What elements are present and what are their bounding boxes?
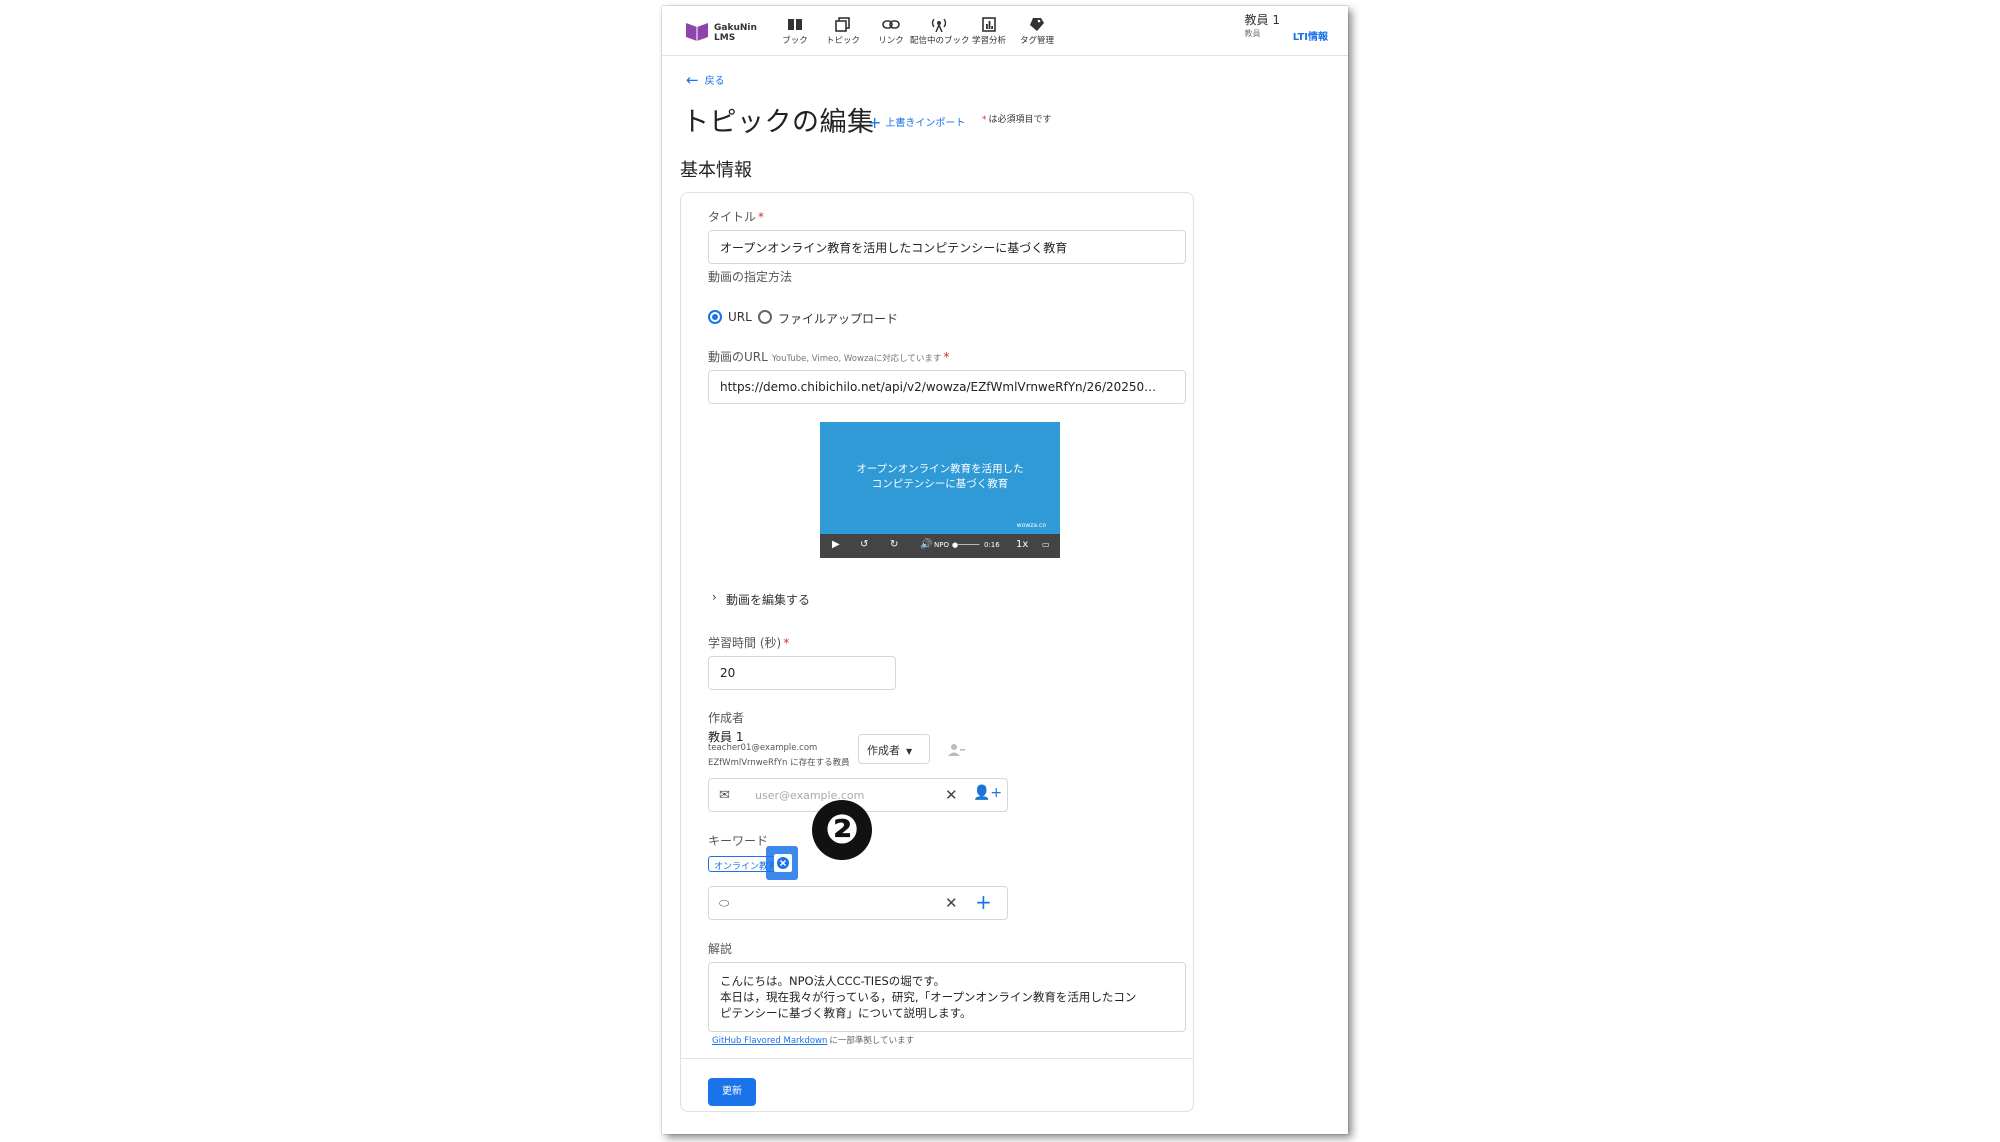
back-label: 戻る bbox=[704, 76, 725, 87]
markdown-note: GitHub Flavored Markdown に一部準拠しています bbox=[712, 1034, 914, 1046]
user-name: 教員 1 bbox=[1244, 13, 1280, 27]
section-title: 基本情報 bbox=[680, 160, 752, 181]
radio-url-label: URL bbox=[728, 310, 752, 324]
keyword-label: キーワード bbox=[708, 834, 769, 848]
description-line: こんにちは。NPO法人CCC-TIESの堀です。 bbox=[720, 974, 946, 988]
book-icon bbox=[788, 19, 802, 30]
title-label: タイトル * bbox=[708, 210, 765, 224]
chevron-right-icon[interactable]: › bbox=[712, 590, 717, 604]
required-note-text: は必須項目です bbox=[988, 115, 1052, 125]
duration-input[interactable]: 20 bbox=[708, 656, 896, 690]
description-line: 本日は，現在我々が行っている，研究,「オープンオンライン教育を活用したコン bbox=[720, 990, 1137, 1004]
plus-icon: + bbox=[868, 113, 882, 132]
logo-text: GakuNin bbox=[714, 23, 757, 33]
add-keyword-icon[interactable]: + bbox=[975, 890, 992, 914]
card-divider bbox=[680, 1058, 1194, 1059]
duration-label: 学習時間 (秒) * bbox=[708, 636, 790, 650]
chip-delete-icon[interactable] bbox=[774, 854, 792, 872]
video-watermark: wowza.co bbox=[1016, 522, 1046, 529]
clear-icon[interactable]: ✕ bbox=[945, 786, 958, 804]
link-icon bbox=[882, 20, 900, 29]
description-textarea[interactable]: こんにちは。NPO法人CCC-TIESの堀です。 本日は，現在我々が行っている，… bbox=[708, 962, 1186, 1032]
keyword-input[interactable] bbox=[755, 895, 925, 911]
fullscreen-icon[interactable]: ▭ bbox=[1042, 540, 1050, 549]
video-player[interactable]: オープンオンライン教育を活用した コンピテンシーに基づく教育 wowza.co ▶… bbox=[820, 422, 1060, 558]
lti-info-link[interactable]: LTI情報 bbox=[1293, 28, 1328, 43]
rewind-icon[interactable]: ↺ bbox=[860, 539, 868, 550]
callout-badge: ❷ bbox=[812, 800, 872, 860]
video-url-label: 動画のURL YouTube, Vimeo, Wowzaに対応しています * bbox=[708, 350, 950, 364]
mail-icon: ✉ bbox=[719, 788, 730, 803]
video-url-input[interactable]: https://demo.chibichilo.net/api/v2/wowza… bbox=[708, 370, 1186, 404]
logo[interactable]: GakuNin LMS bbox=[686, 19, 766, 45]
user-role: 教員 bbox=[1244, 29, 1261, 38]
label-icon: ⬭ bbox=[719, 896, 730, 910]
play-icon[interactable]: ▶ bbox=[832, 539, 840, 550]
add-person-icon[interactable]: 👤+ bbox=[973, 785, 1002, 801]
author-email: teacher01@example.com bbox=[708, 743, 818, 753]
author-label: 作成者 bbox=[708, 711, 745, 725]
radio-url[interactable] bbox=[708, 310, 722, 324]
video-controls: ▶ ↺ ↻ 🔊 NPO ●───── 0:16 1x ▭ bbox=[820, 534, 1060, 558]
page-title: トピックの編集 bbox=[682, 107, 875, 138]
logo-icon bbox=[686, 21, 708, 41]
radio-upload-label: ファイルアップロード bbox=[778, 312, 899, 326]
author-role-select[interactable]: 作成者 ▼ bbox=[858, 734, 930, 764]
description-label: 解説 bbox=[708, 942, 733, 956]
author-org: EZfWmlVrnweRfYn に存在する教員 bbox=[708, 758, 850, 768]
video-time: 0:16 bbox=[984, 541, 1000, 549]
speed-button[interactable]: 1x bbox=[1016, 539, 1028, 550]
nav-label: タグ管理 bbox=[1019, 36, 1054, 46]
logo-subtext: LMS bbox=[714, 33, 736, 43]
top-bar: GakuNin LMS ブック トピック リンク 配信中のブック 学習分析 タグ… bbox=[662, 6, 1348, 56]
edit-video-toggle[interactable]: 動画を編集する bbox=[726, 591, 810, 608]
markdown-note-text: に一部準拠しています bbox=[829, 1036, 915, 1046]
forward-icon[interactable]: ↻ bbox=[890, 539, 898, 550]
update-button[interactable]: 更新 bbox=[708, 1078, 756, 1106]
clear-icon[interactable]: ✕ bbox=[945, 894, 958, 912]
volume-icon[interactable]: 🔊 bbox=[920, 539, 932, 550]
title-input[interactable]: オープンオンライン教育を活用したコンピテンシーに基づく教育 bbox=[708, 230, 1186, 264]
video-cc: NPO bbox=[934, 541, 949, 549]
keyword-field: ⬭ ✕ + bbox=[708, 886, 1008, 920]
description-line: ピテンシーに基づく教育」について説明します。 bbox=[720, 1006, 972, 1020]
analytics-icon bbox=[982, 17, 996, 32]
remove-person-icon[interactable] bbox=[948, 743, 966, 757]
import-button[interactable]: + 上書きインポート bbox=[868, 111, 966, 132]
author-role-value: 作成者 bbox=[867, 744, 900, 757]
markdown-link[interactable]: GitHub Flavored Markdown bbox=[712, 1036, 827, 1046]
topic-icon bbox=[835, 17, 850, 32]
asterisk: * bbox=[982, 115, 987, 125]
import-label: 上書きインポート bbox=[885, 118, 966, 129]
video-method-label: 動画の指定方法 bbox=[708, 270, 793, 284]
required-note: * は必須項目です bbox=[982, 112, 1052, 125]
video-progress[interactable]: ●───── bbox=[952, 541, 979, 549]
tag-icon bbox=[1030, 18, 1044, 31]
arrow-left-icon: ← bbox=[686, 71, 699, 89]
video-caption: オープンオンライン教育を活用した コンピテンシーに基づく教育 bbox=[856, 463, 1024, 490]
radio-upload[interactable] bbox=[758, 310, 772, 324]
app-window: GakuNin LMS ブック トピック リンク 配信中のブック 学習分析 タグ… bbox=[662, 6, 1348, 1134]
user-menu[interactable]: 教員 1 教員 bbox=[1245, 14, 1280, 40]
broadcast-icon bbox=[931, 18, 947, 32]
back-link[interactable]: ← 戻る bbox=[686, 70, 725, 89]
nav-tag[interactable]: タグ管理 bbox=[1008, 14, 1066, 50]
caret-down-icon: ▼ bbox=[906, 747, 913, 756]
